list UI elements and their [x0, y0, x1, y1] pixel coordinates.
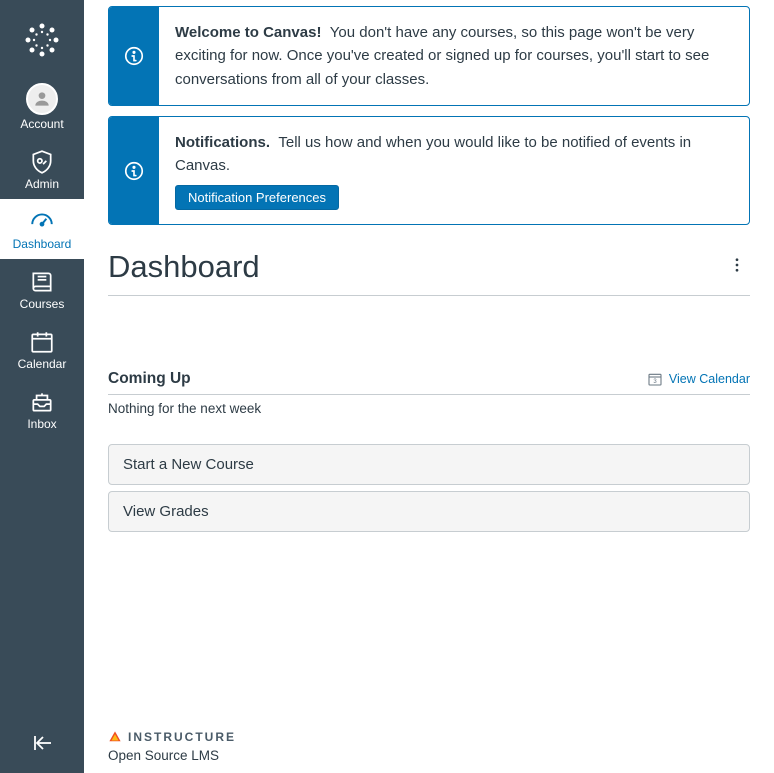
alert-title: Welcome to Canvas!: [175, 24, 321, 41]
nav-inbox[interactable]: Inbox: [0, 379, 84, 439]
speedometer-icon: [0, 209, 84, 235]
shield-icon: [0, 149, 84, 175]
more-vertical-icon: [728, 256, 746, 274]
welcome-alert: Welcome to Canvas! You don't have any co…: [108, 6, 750, 106]
nav-courses[interactable]: Courses: [0, 259, 84, 319]
calendar-icon: [0, 329, 84, 355]
global-nav: Account Admin Dashboard Courses Calendar…: [0, 0, 84, 773]
instructure-brand: INSTRUCTURE: [128, 730, 236, 744]
instructure-logo[interactable]: INSTRUCTURE: [108, 730, 774, 744]
alert-title: Notifications.: [175, 134, 270, 151]
nav-label: Courses: [0, 297, 84, 311]
view-calendar-link[interactable]: 3 View Calendar: [647, 371, 750, 387]
book-icon: [0, 269, 84, 295]
info-icon: [109, 117, 159, 225]
view-grades-button[interactable]: View Grades: [108, 491, 750, 532]
nav-label: Admin: [0, 177, 84, 191]
nav-label: Calendar: [0, 357, 84, 371]
dashboard-options-button[interactable]: [724, 252, 750, 283]
nav-label: Dashboard: [0, 237, 84, 251]
nav-account[interactable]: Account: [0, 73, 84, 139]
calendar-small-icon: 3: [647, 371, 663, 387]
canvas-logo-icon[interactable]: [22, 20, 62, 65]
collapse-icon: [30, 731, 54, 755]
nav-label: Inbox: [0, 417, 84, 431]
nav-calendar[interactable]: Calendar: [0, 319, 84, 379]
start-new-course-button[interactable]: Start a New Course: [108, 444, 750, 485]
user-avatar-icon: [0, 83, 84, 115]
coming-up-title: Coming Up: [108, 370, 191, 388]
svg-text:3: 3: [653, 379, 657, 385]
nav-dashboard[interactable]: Dashboard: [0, 199, 84, 259]
collapse-nav-button[interactable]: [0, 731, 84, 755]
instructure-icon: [108, 730, 122, 744]
notifications-alert: Notifications. Tell us how and when you …: [108, 116, 750, 226]
footer-tagline: Open Source LMS: [108, 748, 774, 763]
nav-admin[interactable]: Admin: [0, 139, 84, 199]
info-icon: [109, 7, 159, 105]
nav-label: Account: [0, 117, 84, 131]
inbox-icon: [0, 389, 84, 415]
notification-preferences-button[interactable]: Notification Preferences: [175, 185, 339, 210]
page-title: Dashboard: [108, 249, 260, 285]
nothing-text: Nothing for the next week: [108, 401, 750, 416]
main-content: Welcome to Canvas! You don't have any co…: [84, 0, 774, 773]
view-calendar-label: View Calendar: [669, 372, 750, 386]
